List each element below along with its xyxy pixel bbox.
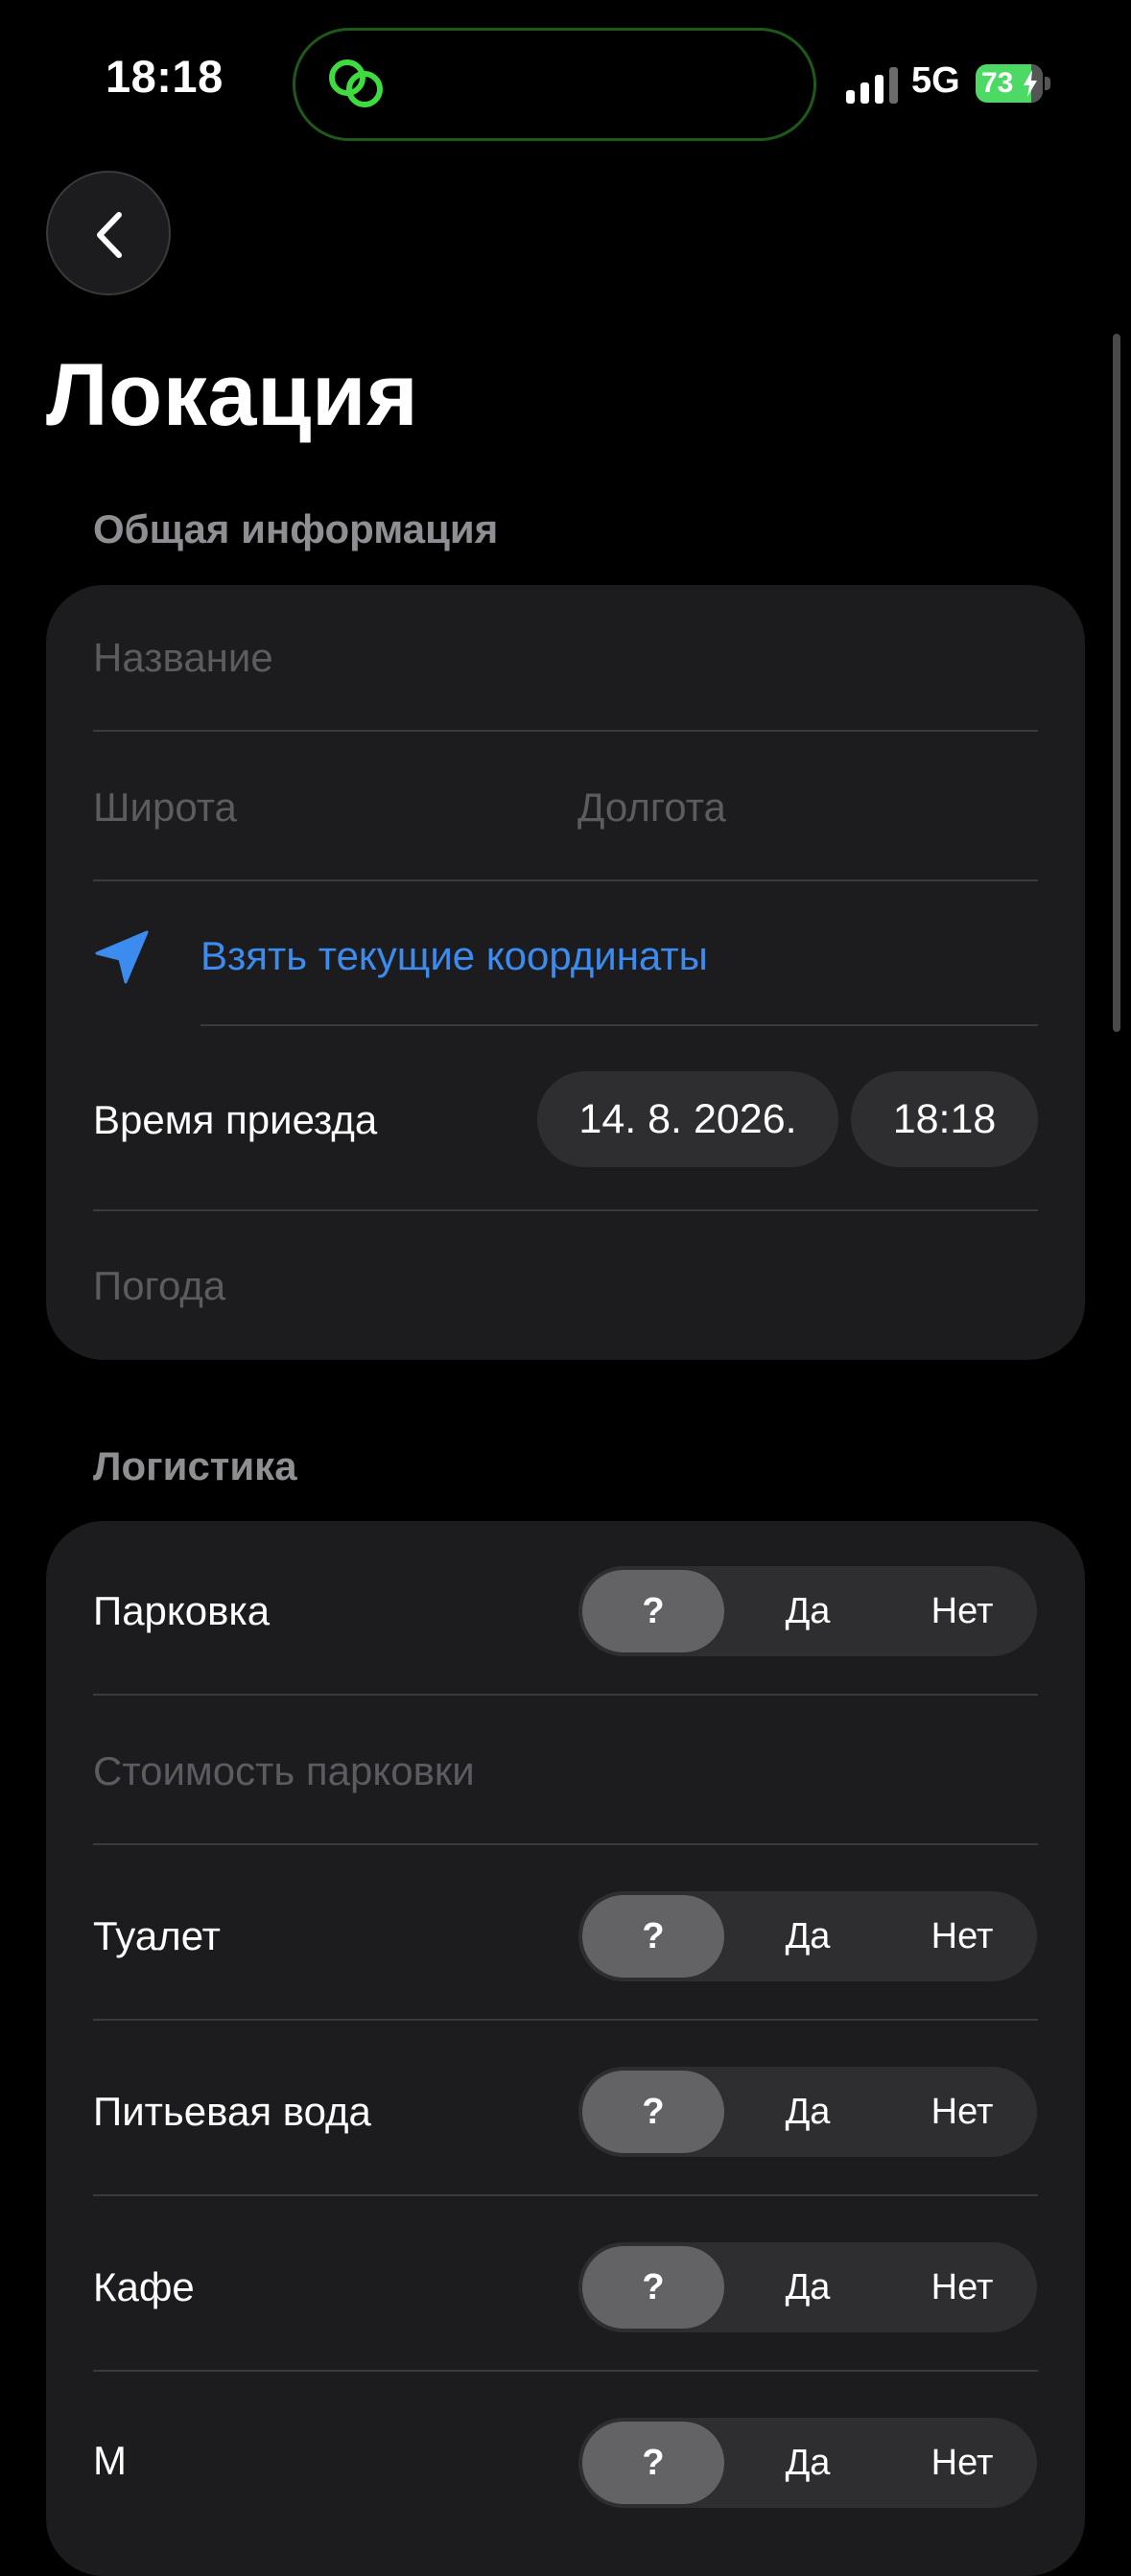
option-no[interactable]: Нет — [891, 1570, 1033, 1652]
longitude-field[interactable]: Долгота — [577, 785, 726, 831]
option-unknown[interactable]: ? — [582, 2246, 724, 2329]
logistics-card: Парковка ? Да Нет Стоимость парковки Туа… — [46, 1521, 1085, 2576]
cafe-segmented-control: ? Да Нет — [578, 2242, 1037, 2332]
option-yes[interactable]: Да — [737, 2246, 879, 2329]
back-button[interactable] — [46, 171, 171, 295]
drinking-water-segmented-control: ? Да Нет — [578, 2067, 1037, 2157]
use-current-coordinates-link[interactable]: Взять текущие координаты — [200, 933, 708, 979]
option-no[interactable]: Нет — [891, 1895, 1033, 1978]
chevron-left-icon — [97, 212, 122, 258]
option-unknown[interactable]: ? — [582, 1570, 724, 1652]
arrival-time-button[interactable]: 18:18 — [851, 1071, 1038, 1167]
option-yes[interactable]: Да — [737, 2422, 879, 2504]
option-no[interactable]: Нет — [891, 2422, 1033, 2504]
divider — [93, 1694, 1038, 1696]
cellular-signal-icon — [846, 67, 898, 104]
scroll-indicator[interactable] — [1113, 334, 1120, 1032]
option-no[interactable]: Нет — [891, 2246, 1033, 2329]
divider — [93, 730, 1038, 732]
divider — [93, 2019, 1038, 2021]
parking-label: Парковка — [93, 1588, 271, 1633]
divider — [93, 2370, 1038, 2372]
parking-cost-field[interactable]: Стоимость парковки — [93, 1748, 475, 1794]
name-field[interactable]: Название — [93, 635, 273, 681]
battery-percent: 73 — [981, 67, 1014, 99]
parking-segmented-control: ? Да Нет — [578, 1566, 1037, 1656]
general-info-card: Название Широта Долгота Взять текущие ко… — [46, 585, 1085, 1360]
drinking-water-label: Питьевая вода — [93, 2089, 371, 2134]
option-unknown[interactable]: ? — [582, 2422, 724, 2504]
weather-field[interactable]: Погода — [93, 1263, 225, 1309]
location-arrow-icon — [95, 930, 149, 984]
divider — [93, 879, 1038, 881]
page-title: Локация — [46, 346, 419, 444]
divider — [93, 1843, 1038, 1845]
network-type: 5G — [911, 60, 960, 101]
battery-icon: 73 — [976, 64, 1043, 103]
section-header-logistics: Логистика — [93, 1443, 297, 1488]
section-header-general: Общая информация — [93, 506, 499, 551]
option-unknown[interactable]: ? — [582, 1895, 724, 1978]
dynamic-island[interactable] — [293, 28, 816, 141]
status-time: 18:18 — [106, 51, 224, 102]
option-yes[interactable]: Да — [737, 1895, 879, 1978]
option-yes[interactable]: Да — [737, 1570, 879, 1652]
option-no[interactable]: Нет — [891, 2071, 1033, 2153]
next-row-label: М — [93, 2438, 127, 2483]
divider — [93, 1209, 1038, 1211]
link-rings-icon — [329, 59, 383, 107]
arrival-time-label: Время приезда — [93, 1097, 378, 1142]
option-yes[interactable]: Да — [737, 2071, 879, 2153]
battery-tip — [1045, 77, 1050, 90]
toilet-segmented-control: ? Да Нет — [578, 1891, 1037, 1981]
divider — [93, 2194, 1038, 2196]
next-segmented-control: ? Да Нет — [578, 2418, 1037, 2508]
divider — [200, 1024, 1038, 1026]
option-unknown[interactable]: ? — [582, 2071, 724, 2153]
charging-bolt-icon — [1024, 70, 1037, 97]
latitude-field[interactable]: Широта — [93, 785, 237, 831]
arrival-date-button[interactable]: 14. 8. 2026. — [537, 1071, 838, 1167]
cafe-label: Кафе — [93, 2264, 195, 2309]
toilet-label: Туалет — [93, 1913, 221, 1958]
